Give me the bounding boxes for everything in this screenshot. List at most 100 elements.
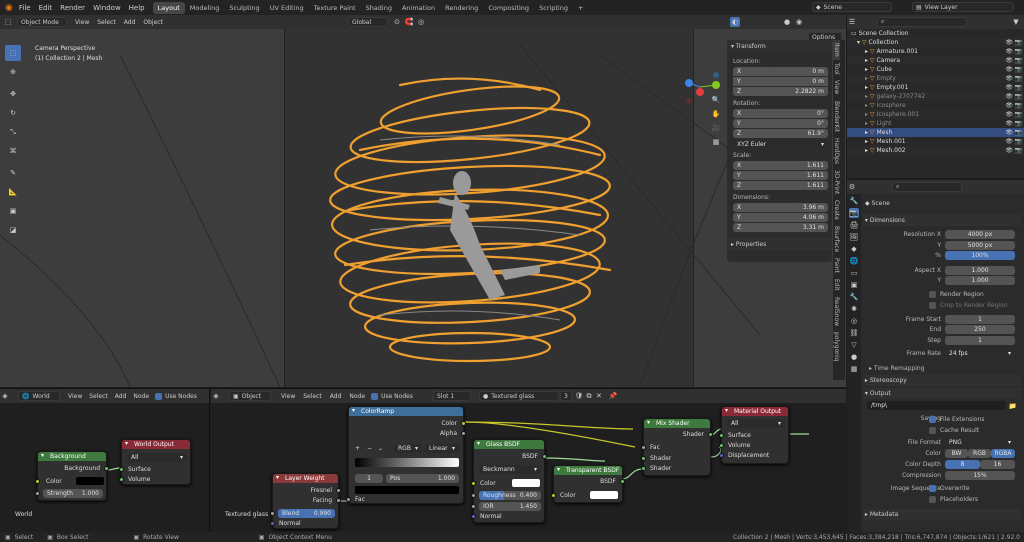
visibility-eye-icon[interactable]: 👁 [1005,75,1013,82]
visibility-eye-icon[interactable]: 👁 [1005,102,1013,109]
render-camera-icon[interactable]: 📷 [1015,39,1022,46]
cache-result-toggle[interactable]: Cache Result [929,425,979,435]
overwrite-toggle[interactable]: Overwrite [929,484,970,494]
frame-rate-dropdown[interactable]: 24 fps ▾ [945,349,1015,358]
render-tab-icon[interactable]: 📷 [849,208,859,218]
tab-compositing[interactable]: Compositing [483,2,534,14]
glass-distribution-dropdown[interactable]: Beckmann ▾ [479,465,541,474]
dimensions-y-field[interactable]: Y 4.06 m [733,213,828,222]
ramp-interp-dropdown[interactable]: Linear ▾ [425,444,459,453]
measure-tool-icon[interactable]: 📐 [5,184,21,200]
tab-item[interactable]: Item [833,40,840,60]
frame-end-field[interactable]: 250 [945,325,1015,334]
rotate-tool-icon[interactable]: ↻ [5,105,21,121]
transform-tool-icon[interactable]: ⌘ [5,143,21,159]
ramp-stop-color[interactable] [355,486,459,494]
shading-solid-icon[interactable]: ● [782,17,792,27]
pan-icon[interactable]: ✋ [711,109,721,119]
background-node[interactable]: Background Background Color Strength1.00… [35,451,109,501]
outliner-item[interactable]: ▸ ▽ Cube 👁 📷 [847,65,1024,74]
crop-region-toggle[interactable]: Crop to Render Region [929,301,1008,311]
visibility-eye-icon[interactable]: 👁 [1005,138,1013,145]
render-camera-icon[interactable]: 📷 [1015,102,1022,109]
menu-view[interactable]: View [75,19,89,26]
scale-z-field[interactable]: Z 1.611 [733,181,828,190]
render-camera-icon[interactable]: 📷 [1015,66,1022,73]
zoom-icon[interactable]: 🔍 [711,95,721,105]
render-camera-icon[interactable]: 📷 [1015,120,1022,127]
tab-modeling[interactable]: Modeling [185,2,225,14]
file-format-dropdown[interactable]: PNG ▾ [945,438,1015,447]
visibility-eye-icon[interactable]: 👁 [1005,57,1013,64]
tab-hardops[interactable]: HardOps [833,135,840,167]
output-path-field[interactable]: /tmp\ [867,401,1006,410]
properties-type-icon[interactable]: ⚙ [847,182,857,192]
scene-tab-icon[interactable]: ◆ [849,244,859,254]
ramp-stop-index[interactable]: 1 [355,474,383,483]
render-region-toggle-checkbox[interactable] [929,291,936,298]
annotate-tool-icon[interactable]: ✎ [5,165,21,181]
tab-view[interactable]: View [833,77,840,97]
visibility-eye-icon[interactable]: 👁 [1005,111,1013,118]
render-camera-icon[interactable]: 📷 [1015,111,1022,118]
select-tool-icon[interactable]: ⬚ [5,45,21,61]
time-remapping-subpanel[interactable]: ▸ Time Remapping [869,363,925,373]
scale-tool-icon[interactable]: ⤡ [5,124,21,140]
outliner-item[interactable]: ▸ ▽ Camera 👁 📷 [847,56,1024,65]
camera-view-icon[interactable]: 🎥 [711,123,721,133]
tab-blenderkit[interactable]: BlenderKit [833,98,840,135]
mix-shader-node[interactable]: Mix Shader Shader Fac Shader Shader [641,418,713,476]
rotation-mode-dropdown[interactable]: XYZ Euler ▾ [733,140,828,149]
output-tab-icon[interactable]: 🖨 [849,220,859,230]
frame-step-field[interactable]: 1 [945,335,1015,345]
add-cube-icon[interactable]: ▣ [5,203,21,219]
tab-edit[interactable]: Edit [833,276,840,294]
ramp-menu-icon[interactable]: ⌄ [378,445,383,452]
aspect-x-field[interactable]: 1.000 [945,265,1015,275]
scene-collection-row[interactable]: ▭ Scene Collection [847,29,1024,38]
dimensions-z-field[interactable]: Z 3.31 m [733,223,828,232]
outliner-search[interactable]: ⌕ [877,17,967,27]
render-camera-icon[interactable]: 📷 [1015,138,1022,145]
world-output-node[interactable]: World Output All▾ Surface Volume [119,439,191,485]
tab-bsurface[interactable]: Bsurface [833,223,840,255]
add-workspace-icon[interactable]: + [573,2,588,14]
visibility-eye-icon[interactable]: 👁 [1005,48,1013,55]
render-region-toggle[interactable]: Render Region [929,290,984,300]
blender-logo-icon[interactable]: ◉ [5,3,13,13]
layer-weight-node[interactable]: Layer Weight Fresnel Facing Blend0.990 N… [270,473,341,529]
tab-animation[interactable]: Animation [397,2,440,14]
mode-selector[interactable]: Object Mode [17,17,67,27]
ramp-mode-dropdown[interactable]: RGB ▾ [394,444,422,453]
visibility-eye-icon[interactable]: 👁 [1005,129,1013,136]
render-camera-icon[interactable]: 📷 [1015,48,1022,55]
stereoscopy-panel-header[interactable]: ▸ Stereoscopy [863,375,1021,386]
tab-uv-editing[interactable]: UV Editing [265,2,309,14]
modifier-tab-icon[interactable]: 🔧 [849,292,859,302]
glass-ior-field[interactable]: IOR 1.450 [479,502,541,511]
transparent-bsdf-node[interactable]: Transparent BSDF BSDF Color [551,465,625,503]
view-layer-tab-icon[interactable]: 🖼 [849,232,859,242]
texture-tab-icon[interactable]: ▦ [849,364,859,374]
extra-tool-icon[interactable]: ◪ [5,222,21,238]
resolution-x-field[interactable]: 4000 px [945,230,1015,239]
color-rgba-button[interactable]: RGBA [991,449,1015,458]
editor-type-icon[interactable]: ⬚ [3,17,13,27]
file-extensions-toggle[interactable]: File Extensions [929,414,985,424]
world-node-editor[interactable]: ◈ 🌐 World View Select Add Node Use Nodes … [0,389,210,533]
tab-create[interactable]: Create [833,197,840,223]
tab-shading[interactable]: Shading [361,2,397,14]
scale-x-field[interactable]: X 1.611 [733,161,828,170]
menu-render[interactable]: Render [60,4,85,12]
visibility-eye-icon[interactable]: 👁 [1005,120,1013,127]
frame-start-field[interactable]: 1 [945,314,1015,324]
outliner-item[interactable]: ▸ ▽ Light 👁 📷 [847,119,1024,128]
material-output-node[interactable]: Material Output All▾ Surface Volume Disp… [719,406,789,464]
tab-sculpting[interactable]: Sculpting [224,2,264,14]
depth-16-button[interactable]: 16 [980,460,1015,469]
crop-region-toggle-checkbox[interactable] [929,302,936,309]
constraints-tab-icon[interactable]: ⛓ [849,328,859,338]
placeholders-toggle[interactable]: Placeholders [929,495,978,505]
colorramp-node[interactable]: ColorRamp Color Alpha + − ⌄ RGB▾ Linear▾… [346,406,466,504]
shading-material-icon[interactable]: ◉ [794,17,804,27]
